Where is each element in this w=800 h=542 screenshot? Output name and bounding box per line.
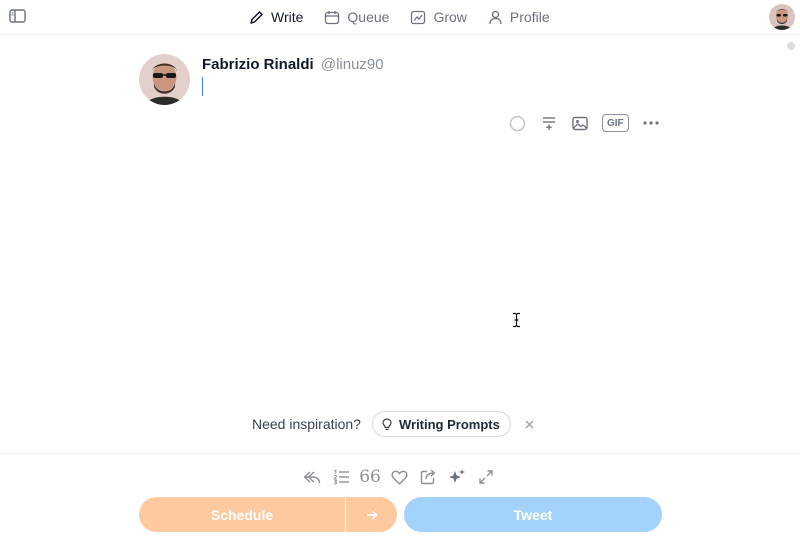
image-icon[interactable] bbox=[572, 116, 588, 131]
expand-icon[interactable] bbox=[477, 468, 495, 486]
sparkle-icon[interactable] bbox=[448, 468, 466, 486]
schedule-button[interactable]: Schedule bbox=[139, 497, 345, 532]
pencil-icon bbox=[250, 10, 263, 24]
heart-icon[interactable] bbox=[390, 468, 408, 486]
ibeam-cursor-icon bbox=[512, 312, 521, 333]
text-caret[interactable] bbox=[202, 77, 203, 96]
author-name: Fabrizio Rinaldi bbox=[202, 56, 314, 73]
lightbulb-icon bbox=[382, 417, 392, 430]
numbered-list-icon[interactable] bbox=[332, 468, 350, 486]
author-avatar bbox=[139, 54, 190, 105]
tab-write[interactable]: Write bbox=[249, 6, 303, 28]
writing-prompts-label: Writing Prompts bbox=[398, 416, 500, 432]
schedule-label: Schedule bbox=[210, 506, 274, 523]
scrollbar-thumb[interactable] bbox=[787, 42, 795, 50]
tab-grow-label: Grow bbox=[433, 9, 467, 25]
inspiration-bar: Need inspiration? Writing Prompts bbox=[252, 411, 534, 437]
tab-profile-label: Profile bbox=[509, 9, 550, 25]
insert-break-icon[interactable] bbox=[541, 115, 557, 131]
tab-queue[interactable]: Queue bbox=[324, 6, 389, 28]
more-icon[interactable] bbox=[643, 121, 659, 125]
top-bar: Write Queue Grow Profile bbox=[0, 0, 800, 35]
divider bbox=[0, 453, 800, 454]
tab-grow[interactable]: Grow bbox=[410, 6, 467, 28]
schedule-next-button[interactable] bbox=[346, 497, 397, 532]
reply-icon[interactable] bbox=[303, 468, 321, 486]
writing-prompts-button[interactable]: Writing Prompts bbox=[371, 411, 511, 437]
author-handle: @linuz90 bbox=[320, 56, 384, 73]
tab-profile[interactable]: Profile bbox=[488, 6, 550, 28]
sidebar-toggle-icon[interactable] bbox=[9, 9, 26, 23]
main-nav: Write Queue Grow Profile bbox=[249, 6, 550, 28]
share-icon[interactable] bbox=[419, 468, 437, 486]
quote-icon[interactable]: 66 bbox=[359, 467, 381, 487]
progress-circle-icon bbox=[509, 115, 526, 132]
tweet-label: Tweet bbox=[513, 506, 553, 523]
composer-tools: GIF bbox=[509, 113, 659, 133]
user-icon bbox=[489, 10, 502, 24]
account-avatar[interactable] bbox=[769, 4, 795, 30]
close-icon[interactable] bbox=[525, 420, 534, 429]
tweet-button[interactable]: Tweet bbox=[404, 497, 662, 532]
tab-queue-label: Queue bbox=[347, 9, 390, 25]
arrow-right-icon bbox=[366, 509, 377, 520]
author-line: Fabrizio Rinaldi @linuz90 bbox=[202, 56, 384, 73]
chart-icon bbox=[411, 10, 426, 24]
bottom-toolbar: 66 bbox=[303, 466, 495, 488]
gif-button[interactable]: GIF bbox=[602, 114, 629, 132]
inspiration-text: Need inspiration? bbox=[252, 416, 361, 432]
calendar-icon bbox=[325, 10, 340, 24]
tab-write-label: Write bbox=[271, 9, 304, 25]
